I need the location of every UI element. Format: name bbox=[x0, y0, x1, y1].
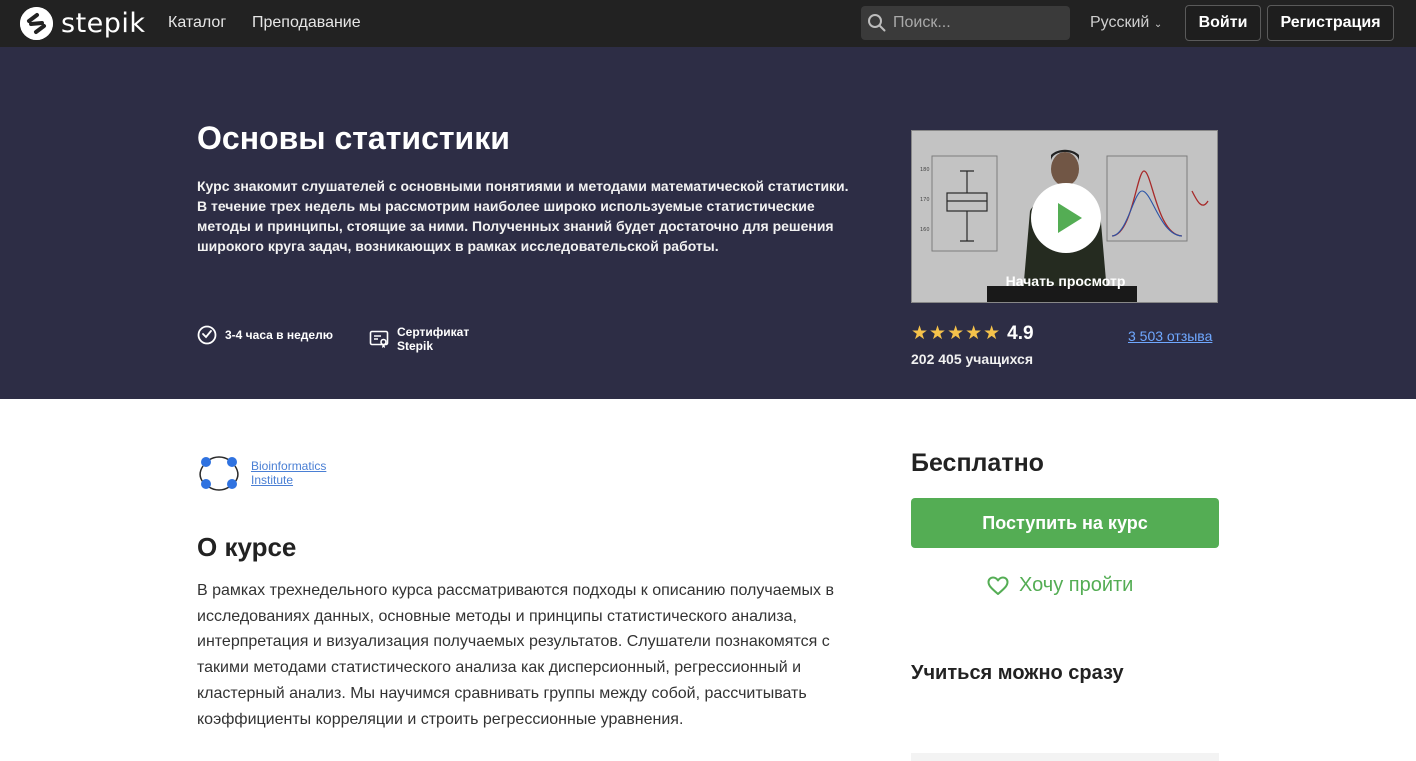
search-icon bbox=[868, 14, 886, 32]
course-author-org[interactable]: Bioinformatics Institute bbox=[197, 453, 326, 493]
heart-icon bbox=[987, 576, 1009, 595]
certificate-line1: Сертификат bbox=[397, 325, 470, 339]
workload-feature: 3-4 часа в неделю bbox=[197, 325, 333, 345]
reviews-link[interactable]: 3 503 отзыва bbox=[1128, 328, 1212, 344]
stepik-logo[interactable]: stepik bbox=[20, 7, 146, 40]
course-rating: ★★★★★ 4.9 bbox=[911, 322, 1034, 345]
wishlist-button[interactable]: Хочу пройти bbox=[987, 574, 1133, 597]
stepik-logo-icon bbox=[20, 7, 53, 40]
search-box[interactable] bbox=[861, 6, 1070, 40]
nav-teaching-link[interactable]: Преподавание bbox=[252, 14, 361, 32]
wishlist-label: Хочу пройти bbox=[1019, 574, 1134, 596]
brand-name: stepik bbox=[61, 8, 146, 39]
search-input[interactable] bbox=[893, 14, 1063, 32]
nav-catalog-link[interactable]: Каталог bbox=[168, 14, 226, 32]
course-hero: Основы статистики Курс знакомит слушател… bbox=[0, 47, 1416, 399]
org-name-line2[interactable]: Institute bbox=[251, 473, 326, 487]
chevron-down-icon: ⌄ bbox=[1153, 19, 1163, 30]
org-name-line1[interactable]: Bioinformatics bbox=[251, 459, 326, 473]
certificate-feature: Сертификат Stepik bbox=[369, 325, 469, 353]
preview-label: Начать просмотр bbox=[1005, 273, 1126, 289]
course-title: Основы статистики bbox=[197, 120, 510, 156]
language-label: Русский bbox=[1090, 14, 1150, 31]
play-button[interactable] bbox=[1031, 183, 1101, 253]
play-icon bbox=[1058, 203, 1082, 233]
about-section-text: В рамках трехнедельного курса рассматрив… bbox=[197, 582, 834, 728]
sidebar-card-edge bbox=[911, 753, 1219, 761]
language-selector[interactable]: Русский ⌄ bbox=[1090, 14, 1162, 32]
bioinformatics-institute-logo-icon bbox=[199, 456, 239, 491]
learn-now-heading: Учиться можно сразу bbox=[911, 662, 1124, 684]
course-preview-video[interactable]: 180 170 160 Начать просмотр bbox=[911, 130, 1218, 303]
rating-value: 4.9 bbox=[1007, 322, 1034, 344]
register-button[interactable]: Регистрация bbox=[1267, 5, 1394, 41]
certificate-line2: Stepik bbox=[397, 339, 434, 353]
workload-text: 3-4 часа в неделю bbox=[225, 328, 333, 342]
login-button[interactable]: Войти bbox=[1185, 5, 1261, 41]
course-price: Бесплатно bbox=[911, 449, 1044, 477]
enroll-button[interactable]: Поступить на курс bbox=[911, 498, 1219, 548]
students-count: 202 405 учащихся bbox=[911, 351, 1034, 367]
top-navbar: stepik Каталог Преподавание Русский ⌄ Во… bbox=[0, 0, 1416, 47]
course-summary: Курс знакомит слушателей с основными пон… bbox=[197, 178, 849, 254]
clock-icon bbox=[197, 325, 217, 345]
certificate-icon bbox=[369, 330, 389, 348]
about-section-title: О курсе bbox=[197, 532, 297, 562]
star-rating-icon: ★★★★★ bbox=[911, 323, 1002, 344]
